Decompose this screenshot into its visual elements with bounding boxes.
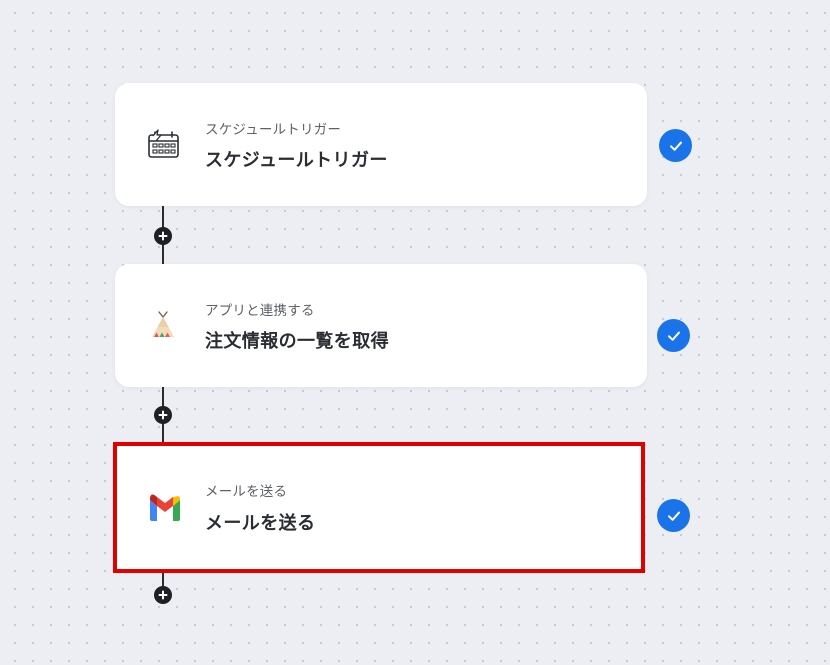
check-icon	[669, 141, 682, 151]
step-title: スケジュールトリガー	[205, 150, 388, 170]
check-icon	[667, 511, 680, 521]
step-status-badge-2[interactable]	[657, 319, 690, 352]
step-card-schedule-trigger[interactable]: スケジュールトリガー スケジュールトリガー	[115, 83, 647, 206]
step-title: 注文情報の一覧を取得	[205, 331, 389, 351]
step-card-send-mail[interactable]: メールを送る メールを送る	[113, 442, 645, 573]
tent-app-icon	[143, 306, 183, 346]
flow-canvas: スケジュールトリガー スケジュールトリガー アプリと連携する 注文情報の一覧を取…	[0, 0, 830, 665]
add-step-button-3[interactable]	[154, 586, 172, 604]
step-status-badge-3[interactable]	[657, 499, 690, 532]
step-category-label: スケジュールトリガー	[205, 122, 342, 137]
step-title: メールを送る	[205, 513, 316, 533]
gmail-icon	[145, 488, 185, 528]
step-category-label: メールを送る	[205, 484, 288, 499]
check-icon	[667, 331, 680, 341]
plus-icon	[158, 410, 168, 420]
plus-icon	[158, 590, 168, 600]
add-step-button-2[interactable]	[154, 406, 172, 424]
schedule-calendar-icon	[143, 125, 183, 165]
plus-icon	[158, 231, 168, 241]
step-status-badge-1[interactable]	[659, 129, 692, 162]
step-card-get-order-list[interactable]: アプリと連携する 注文情報の一覧を取得	[115, 264, 647, 387]
add-step-button-1[interactable]	[154, 227, 172, 245]
step-category-label: アプリと連携する	[205, 303, 315, 318]
